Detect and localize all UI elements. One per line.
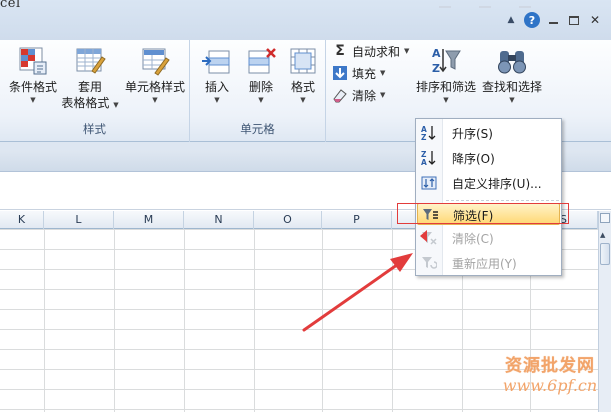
eraser-icon [333, 89, 347, 103]
chevron-down-icon: ▼ [152, 96, 158, 104]
workbook-close-button[interactable]: ✕ [587, 12, 603, 28]
scroll-thumb[interactable] [600, 243, 610, 265]
split-box[interactable] [600, 213, 610, 223]
binoculars-icon [498, 51, 526, 74]
format-cells-icon [290, 48, 316, 74]
cell-styles-label: 单元格样式 [124, 80, 185, 94]
clear-button[interactable]: 清除 ▼ [332, 84, 385, 106]
svg-text:A: A [421, 158, 427, 166]
format-table-label-2: 表格格式 ▼ [61, 96, 119, 110]
menu-item-label: 自定义排序(U)... [452, 177, 542, 191]
fill-button[interactable]: 填充 ▼ [332, 62, 385, 84]
styles-group-label: 样式 [83, 122, 106, 136]
svg-text:Z: Z [421, 133, 427, 141]
grid-line [114, 229, 115, 412]
insert-label: 插入 [204, 80, 229, 94]
workbook-minimize-button[interactable] [545, 12, 561, 28]
sort-filter-icon: A Z [432, 47, 461, 75]
custom-sort-icon [421, 176, 437, 190]
vertical-scrollbar[interactable]: ▲ [598, 211, 611, 412]
autosum-button[interactable]: Σ 自动求和 ▼ [332, 40, 409, 62]
format-button[interactable]: 格式 ▼ [282, 45, 324, 105]
column-header-k[interactable]: K [0, 211, 44, 229]
grid-line [254, 229, 255, 412]
format-as-table-button[interactable]: 套用 表格格式 ▼ [60, 45, 120, 111]
column-header-o[interactable]: O [254, 211, 322, 229]
filter-icon [423, 209, 438, 220]
column-header-n[interactable]: N [184, 211, 254, 229]
insert-button[interactable]: 插入 ▼ [196, 45, 238, 105]
chevron-down-icon: ▼ [30, 96, 36, 104]
chevron-down-icon: ▼ [443, 96, 449, 104]
column-header-l[interactable]: L [44, 211, 114, 229]
cells-group-label: 单元格 [240, 122, 275, 136]
grid-line [392, 229, 393, 412]
chevron-down-icon: ▼ [404, 47, 410, 55]
sort-filter-label: 排序和筛选 [415, 80, 476, 94]
cell-styles-icon [142, 48, 170, 76]
sort-ascending-icon: A Z [421, 125, 436, 141]
menu-item-custom-sort[interactable]: 自定义排序(U)... [417, 172, 560, 194]
menu-item-label: 重新应用(Y) [452, 257, 517, 271]
find-select-button[interactable]: 查找和选择 ▼ [480, 45, 544, 105]
menu-item-label: 筛选(F) [453, 209, 494, 223]
fill-label: 填充 [352, 66, 377, 81]
chevron-down-icon: ▼ [300, 96, 306, 104]
window-maximize-ghost [470, 0, 500, 16]
conditional-format-icon [19, 47, 47, 75]
cells-group: 插入 ▼ 删除 ▼ 格式 ▼ 单元格 [190, 40, 326, 142]
grid-line [322, 229, 323, 412]
format-as-table-icon [76, 48, 106, 74]
delete-label: 删除 [248, 80, 273, 94]
menu-item-reapply[interactable]: 重新应用(Y) [417, 252, 560, 274]
chevron-down-icon: ▼ [509, 96, 515, 104]
menu-item-sort-ascending[interactable]: A Z 升序(S) [417, 122, 560, 144]
sort-filter-menu: A Z 升序(S) Z A 降序(O) 自定义排序(U)... 筛选(F) 清除… [415, 118, 562, 276]
app-title: cel [0, 0, 21, 11]
grid-line [184, 229, 185, 412]
chevron-down-icon: ▼ [258, 96, 264, 104]
menu-item-label: 升序(S) [452, 127, 493, 141]
menu-item-label: 清除(C) [452, 232, 494, 246]
scroll-up-icon[interactable]: ▲ [600, 231, 605, 239]
workbook-restore-button[interactable] [566, 12, 582, 28]
format-label: 格式 [290, 80, 315, 94]
conditional-format-button[interactable]: 条件格式 ▼ [8, 45, 58, 105]
svg-text:A: A [432, 47, 441, 60]
fill-down-icon [333, 66, 347, 80]
conditional-format-label: 条件格式 [8, 80, 57, 94]
sort-filter-button[interactable]: A Z 排序和筛选 ▼ [414, 45, 478, 105]
column-header-m[interactable]: M [114, 211, 184, 229]
clear-filter-icon [422, 232, 437, 245]
find-select-label: 查找和选择 [481, 80, 542, 94]
menu-item-sort-descending[interactable]: Z A 降序(O) [417, 147, 560, 169]
column-header-p[interactable]: P [322, 211, 392, 229]
title-bar: cel ▲ ? ✕ [0, 0, 611, 40]
grid-line [44, 229, 45, 412]
autosum-label: 自动求和 [352, 44, 401, 59]
format-table-label-1: 套用 [77, 80, 102, 94]
styles-group: 条件格式 ▼ 套用 表格格式 ▼ 单元格样式 ▼ 样式 [0, 40, 190, 142]
menu-separator [446, 200, 559, 201]
help-icon[interactable]: ? [524, 12, 540, 28]
menu-item-label: 降序(O) [452, 152, 495, 166]
svg-text:Z: Z [432, 62, 440, 75]
chevron-down-icon: ▼ [380, 91, 386, 99]
clear-label: 清除 [352, 88, 377, 103]
chevron-down-icon: ▼ [380, 69, 386, 77]
delete-cells-icon [248, 48, 276, 74]
ribbon-help-strip: ▲ ? ✕ [503, 12, 611, 28]
window-minimize-ghost [430, 0, 460, 16]
sort-descending-icon: Z A [421, 150, 436, 166]
delete-button[interactable]: 删除 ▼ [240, 45, 282, 105]
chevron-down-icon: ▼ [113, 101, 119, 109]
minimize-ribbon-icon[interactable]: ▲ [503, 12, 519, 28]
menu-item-filter[interactable]: 筛选(F) [417, 203, 560, 225]
sigma-icon: Σ [335, 43, 345, 59]
insert-cells-icon [202, 50, 230, 74]
cell-styles-button[interactable]: 单元格样式 ▼ [122, 45, 188, 105]
reapply-icon [422, 257, 437, 269]
menu-item-clear-filter[interactable]: 清除(C) [417, 227, 560, 249]
chevron-down-icon: ▼ [214, 96, 220, 104]
